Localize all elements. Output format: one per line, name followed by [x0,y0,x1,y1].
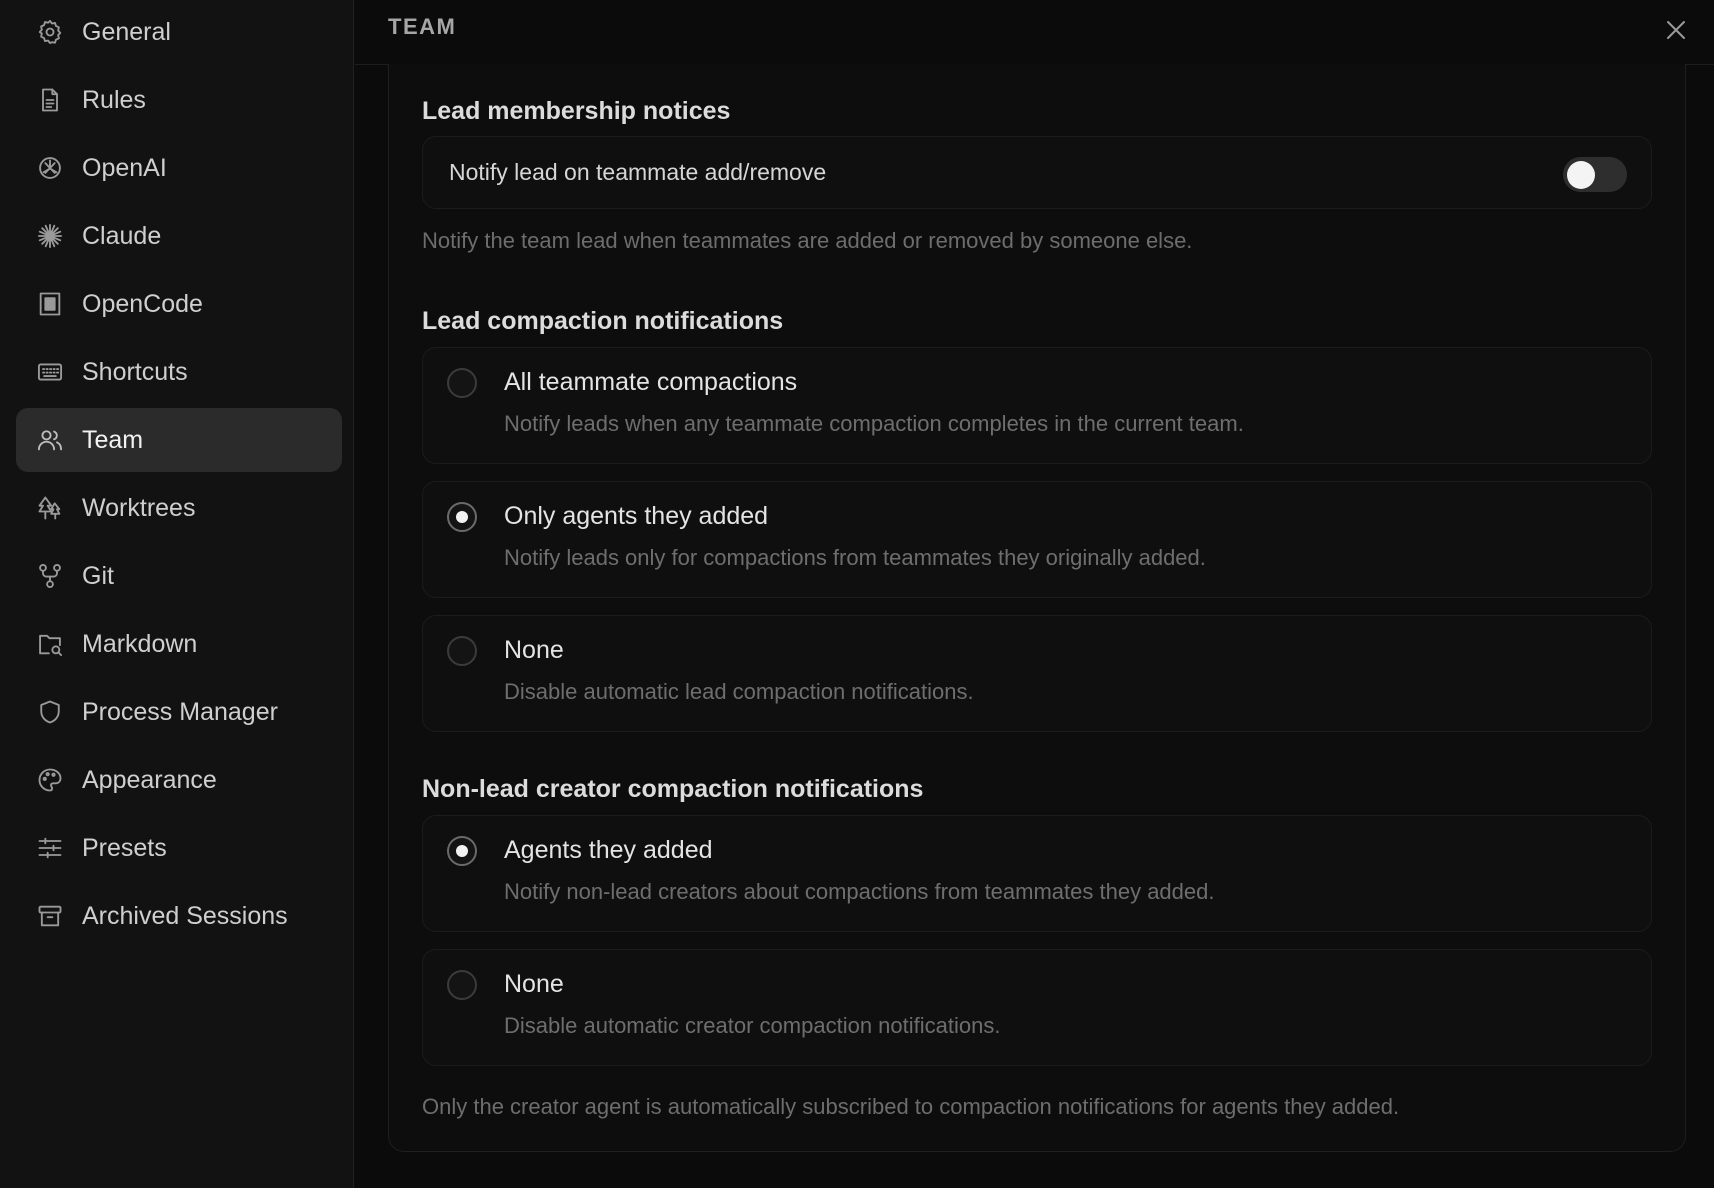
git-branch-icon [36,562,64,590]
nonlead-compaction-option-none[interactable]: None Disable automatic creator compactio… [422,949,1652,1066]
lead-membership-card: Notify lead on teammate add/remove [422,136,1652,209]
trees-icon [36,494,64,522]
sidebar-item-label: Shortcuts [82,357,188,386]
sidebar-nav: General Rules OpenAI Claude OpenCode Sho… [16,0,342,952]
lead-compaction-title: Lead compaction notifications [422,307,784,335]
sidebar-item-worktrees[interactable]: Worktrees [16,476,342,540]
option-description: Notify leads when any teammate compactio… [504,411,1244,436]
sidebar-item-label: Git [82,561,114,590]
users-icon [36,426,64,454]
lead-compaction-option-all[interactable]: All teammate compactions Notify leads wh… [422,347,1652,464]
sidebar-item-claude[interactable]: Claude [16,204,342,268]
option-description: Notify non-lead creators about compactio… [504,879,1215,904]
option-description: Disable automatic creator compaction not… [504,1013,1001,1038]
sidebar-item-rules[interactable]: Rules [16,68,342,132]
radio-button[interactable] [447,970,477,1000]
option-title: Agents they added [504,836,713,864]
document-icon [36,86,64,114]
option-title: All teammate compactions [504,368,798,396]
palette-icon [36,766,64,794]
sidebar-item-label: General [82,17,171,46]
shield-icon [36,698,64,726]
option-description: Disable automatic lead compaction notifi… [504,679,974,704]
openai-icon [36,154,64,182]
toggle-knob [1567,160,1595,189]
sidebar-item-archived-sessions[interactable]: Archived Sessions [16,884,342,948]
sidebar-item-opencode[interactable]: OpenCode [16,272,342,336]
sidebar-item-appearance[interactable]: Appearance [16,748,342,812]
settings-main: TEAM Lead membership notices Notify lead… [355,0,1714,1188]
claude-icon [36,222,64,250]
sidebar-item-openai[interactable]: OpenAI [16,136,342,200]
nonlead-compaction-title: Non-lead creator compaction notification… [422,775,924,803]
notify-lead-toggle-label: Notify lead on teammate add/remove [449,159,827,185]
option-description: Notify leads only for compactions from t… [504,545,1206,570]
lead-compaction-option-added[interactable]: Only agents they added Notify leads only… [422,481,1652,598]
sidebar-item-label: Markdown [82,629,198,658]
radio-button[interactable] [447,368,477,398]
sidebar-item-label: Worktrees [82,493,196,522]
nonlead-compaction-footer: Only the creator agent is automatically … [422,1094,1400,1119]
sidebar-item-label: Rules [82,85,146,114]
sidebar-item-shortcuts[interactable]: Shortcuts [16,340,342,404]
sidebar-item-label: OpenAI [82,153,167,182]
sidebar-item-label: Claude [82,221,162,250]
sidebar-item-presets[interactable]: Presets [16,816,342,880]
close-button[interactable] [1656,10,1696,50]
sidebar-item-git[interactable]: Git [16,544,342,608]
lead-compaction-option-none[interactable]: None Disable automatic lead compaction n… [422,615,1652,732]
option-title: Only agents they added [504,502,769,530]
archive-icon [36,902,64,930]
sidebar-item-general[interactable]: General [16,0,342,64]
notify-lead-toggle[interactable] [1563,157,1627,192]
nonlead-compaction-option-added[interactable]: Agents they added Notify non-lead creato… [422,815,1652,932]
opencode-icon [36,290,64,318]
sidebar-item-label: Appearance [82,765,217,794]
option-title: None [504,636,564,664]
sidebar-item-team[interactable]: Team [16,408,342,472]
option-title: None [504,970,564,998]
lead-membership-helper: Notify the team lead when teammates are … [422,228,1193,253]
sliders-icon [36,834,64,862]
sidebar-item-label: Process Manager [82,697,278,726]
sidebar-item-label: Archived Sessions [82,901,288,930]
settings-sidebar: General Rules OpenAI Claude OpenCode Sho… [0,0,354,1188]
sidebar-item-markdown[interactable]: Markdown [16,612,342,676]
radio-button[interactable] [447,502,477,532]
sidebar-item-process-manager[interactable]: Process Manager [16,680,342,744]
close-icon [1667,21,1685,39]
team-settings-panel: Lead membership notices Notify lead on t… [388,64,1686,1152]
radio-button[interactable] [447,636,477,666]
sidebar-item-label: Team [82,425,144,454]
radio-button[interactable] [447,836,477,866]
sidebar-item-label: OpenCode [82,289,203,318]
gear-icon [36,18,64,46]
keyboard-icon [36,358,64,386]
page-header: TEAM [355,0,1714,65]
lead-membership-title: Lead membership notices [422,97,731,125]
folder-search-icon [36,630,64,658]
page-title: TEAM [388,14,457,39]
sidebar-item-label: Presets [82,833,167,862]
